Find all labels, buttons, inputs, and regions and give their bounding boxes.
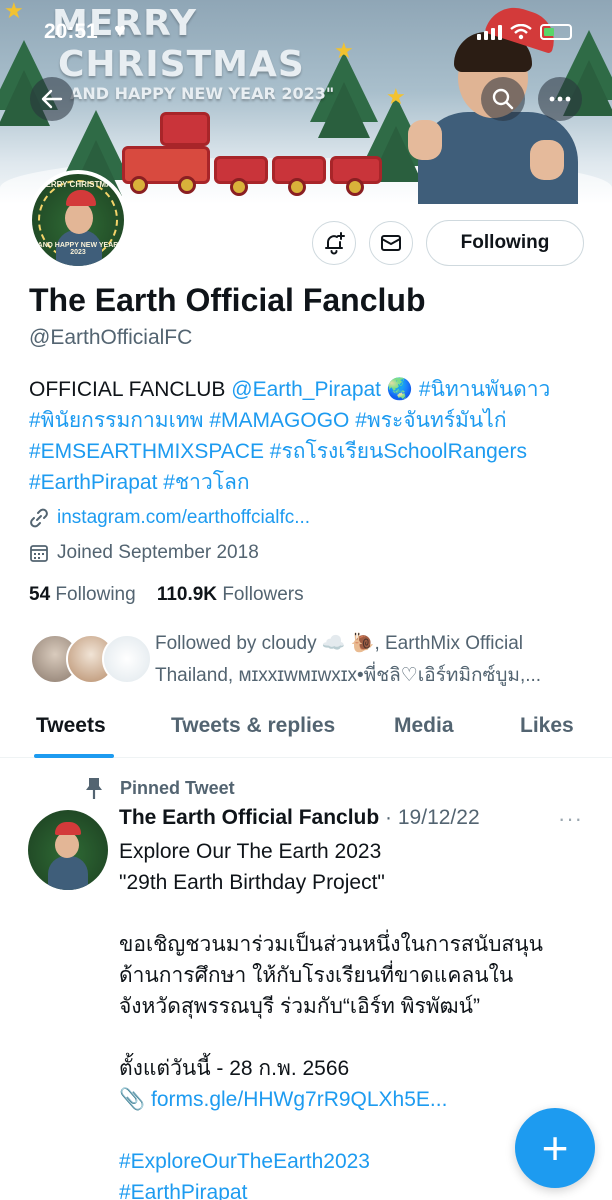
avatar bbox=[102, 634, 152, 684]
profile-tabs: Tweets Tweets & replies Media Likes bbox=[0, 702, 612, 758]
website-row: instagram.com/earthoffcialfc... bbox=[29, 507, 310, 529]
profile-avatar[interactable]: MERRY CHRISTMAS AND HAPPY NEW YEAR 2023 bbox=[28, 170, 128, 270]
notifications-button[interactable] bbox=[312, 221, 356, 265]
star-icon: ★ bbox=[334, 38, 354, 63]
wifi-icon bbox=[510, 24, 532, 40]
search-button[interactable] bbox=[481, 77, 525, 121]
banner-title: MERRY CHRISTMAS AND HAPPY NEW YEAR 2023" bbox=[52, 2, 334, 104]
tweet-text-line: ตั้งแต่วันนี้ - 28 ก.พ. 2566 bbox=[119, 1057, 350, 1080]
bio-hashtag-link[interactable]: #นิทานพันดาว bbox=[419, 378, 550, 401]
tweet-text-line: ขอเชิญชวนมาร่วมเป็นส่วนหนึ่งในการสนับสนุ… bbox=[119, 933, 543, 956]
plus-icon: + bbox=[541, 1122, 569, 1174]
following-count-link[interactable]: 54 Following bbox=[29, 584, 136, 605]
star-icon: ★ bbox=[386, 84, 406, 109]
star-icon: ★ bbox=[4, 0, 24, 23]
pin-icon bbox=[86, 778, 102, 799]
status-time: 20:51 bbox=[44, 20, 98, 43]
link-icon bbox=[30, 508, 48, 528]
bio-hashtag-link[interactable]: #พินัยกรรมกามเทพ #MAMAGOGO #พระจันทร์มัน… bbox=[29, 405, 599, 436]
bio-text: OFFICIAL FANCLUB bbox=[29, 378, 226, 401]
signal-icon bbox=[477, 24, 502, 40]
banner-title-line3: AND HAPPY NEW YEAR 2023" bbox=[70, 84, 335, 103]
profile-name: The Earth Official Fanclub bbox=[29, 282, 426, 318]
avatar-top-text: MERRY CHRISTMAS bbox=[38, 180, 118, 189]
more-icon bbox=[549, 96, 571, 102]
message-button[interactable] bbox=[369, 221, 413, 265]
followed-by-avatars[interactable] bbox=[30, 634, 152, 686]
banner-title-line2: CHRISTMAS bbox=[58, 44, 305, 85]
compose-tweet-button[interactable]: + bbox=[515, 1108, 595, 1188]
tab-tweets[interactable]: Tweets bbox=[36, 714, 106, 738]
tweet-hashtag-link[interactable]: #EarthPirapat bbox=[119, 1177, 589, 1200]
followed-by-text[interactable]: Followed by cloudy ☁️ 🐌, EarthMix Offici… bbox=[155, 628, 595, 692]
bio-hashtag-link[interactable]: #EMSEARTHMIXSPACE #รถโรงเรียนSchoolRange… bbox=[29, 436, 599, 467]
tweet-text-line: "29th Earth Birthday Project" bbox=[119, 871, 385, 894]
tweet-author-name[interactable]: The Earth Official Fanclub bbox=[119, 806, 379, 829]
profile-handle: @EarthOfficialFC bbox=[29, 326, 193, 349]
tab-likes[interactable]: Likes bbox=[520, 714, 574, 738]
pinned-label-row: Pinned Tweet bbox=[84, 776, 235, 800]
follow-counts: 54 Following 110.9K Followers bbox=[29, 584, 304, 606]
tweet-link[interactable]: forms.gle/HHWg7rR9QLXh5E... bbox=[151, 1088, 447, 1111]
envelope-icon bbox=[381, 235, 401, 251]
tweet-author-avatar[interactable] bbox=[28, 810, 108, 890]
search-icon bbox=[492, 88, 514, 110]
heart-icon: ♥ bbox=[114, 20, 126, 42]
pinned-tweet-label: Pinned Tweet bbox=[120, 777, 235, 798]
globe-emoji: 🌏 bbox=[386, 378, 414, 401]
back-button[interactable] bbox=[30, 77, 74, 121]
tweet-date[interactable]: · 19/12/22 bbox=[385, 806, 480, 829]
arrow-left-icon bbox=[41, 89, 63, 109]
bio-mention-link[interactable]: @Earth_Pirapat bbox=[231, 378, 381, 401]
battery-icon bbox=[540, 24, 572, 40]
calendar-icon bbox=[30, 545, 48, 562]
avatar-bottom-text: AND HAPPY NEW YEAR 2023 bbox=[37, 242, 119, 256]
paperclip-icon: 📎 bbox=[119, 1088, 146, 1111]
profile-bio: OFFICIAL FANCLUB @Earth_Pirapat 🌏 #นิทาน… bbox=[29, 374, 599, 498]
tweet-link-line: 📎 forms.gle/HHWg7rR9QLXh5E... bbox=[119, 1084, 589, 1115]
tweet-header: The Earth Official Fanclub · 19/12/22 bbox=[119, 806, 480, 830]
status-icons bbox=[477, 24, 572, 40]
joined-row: Joined September 2018 bbox=[29, 542, 259, 564]
bio-hashtag-link[interactable]: #EarthPirapat #ชาวโลก bbox=[29, 467, 599, 498]
tweet-more-button[interactable]: ··· bbox=[558, 806, 583, 832]
active-tab-indicator bbox=[34, 754, 114, 758]
bell-plus-icon bbox=[325, 232, 345, 255]
tab-media[interactable]: Media bbox=[394, 714, 454, 738]
joined-date: Joined September 2018 bbox=[57, 542, 259, 563]
tweet-text-line: จังหวัดสุพรรณบุรี ร่วมกับ“เอิร์ท พิรพัฒน… bbox=[119, 995, 480, 1018]
following-button[interactable]: Following bbox=[426, 220, 584, 266]
website-link[interactable]: instagram.com/earthoffcialfc... bbox=[57, 507, 310, 529]
followers-count-link[interactable]: 110.9K Followers bbox=[157, 584, 304, 605]
more-options-button[interactable] bbox=[538, 77, 582, 121]
tweet-text-line: ด้านการศึกษา ให้กับโรงเรียนที่ขาดแคลนใน bbox=[119, 964, 514, 987]
tab-tweets-replies[interactable]: Tweets & replies bbox=[171, 714, 335, 738]
tweet-text-line: Explore Our The Earth 2023 bbox=[119, 840, 382, 863]
